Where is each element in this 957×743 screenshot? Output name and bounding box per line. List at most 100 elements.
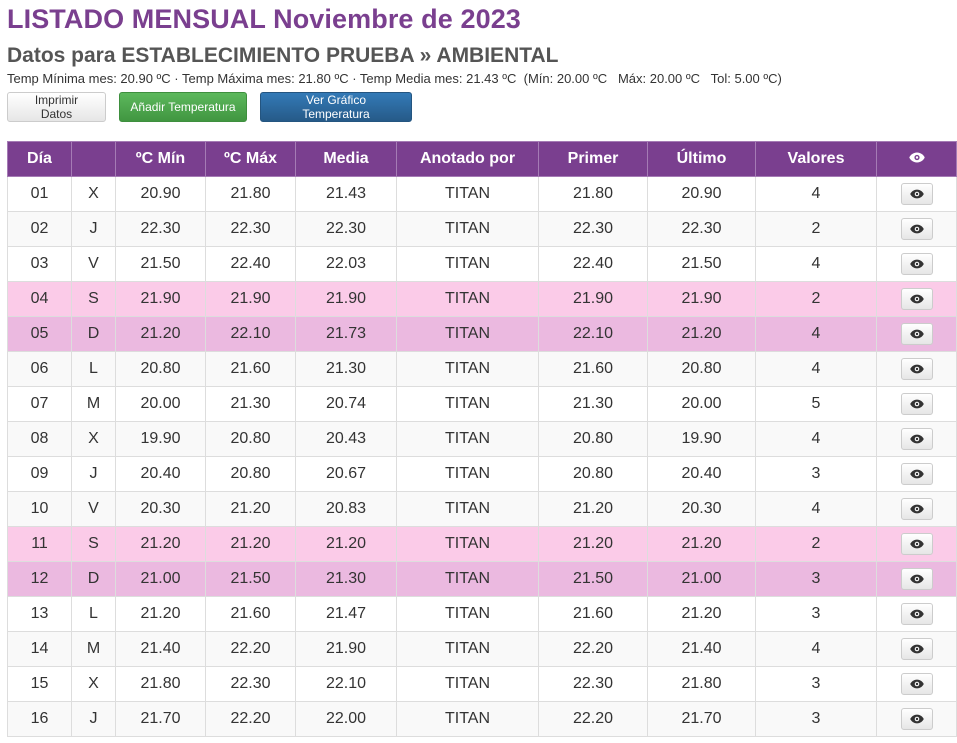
- cell-min: 20.00: [115, 386, 206, 422]
- cell-min: 21.20: [115, 596, 206, 632]
- cell-media: 20.43: [295, 421, 397, 457]
- page: LISTADO MENSUAL Noviembre de 2023 Datos …: [0, 0, 957, 737]
- cell-media: 21.47: [295, 596, 397, 632]
- cell-primer: 21.90: [538, 281, 648, 317]
- table-row: 04 S 21.90 21.90 21.90 TITAN 21.90 21.90 2: [7, 281, 957, 317]
- cell-min: 22.30: [115, 211, 206, 247]
- table-row: 05 D 21.20 22.10 21.73 TITAN 22.10 21.20 4: [7, 316, 957, 352]
- cell-dia: 04: [7, 281, 72, 317]
- eye-icon: [909, 504, 924, 514]
- cell-dia: 11: [7, 526, 72, 562]
- cell-anotado: TITAN: [396, 281, 539, 317]
- cell-max: 22.30: [205, 666, 296, 702]
- cell-action: [876, 351, 957, 387]
- col-header-anotado[interactable]: Anotado por: [396, 141, 539, 177]
- cell-max: 21.90: [205, 281, 296, 317]
- cell-action: [876, 176, 957, 212]
- cell-ultimo: 21.80: [647, 666, 756, 702]
- cell-dia: 09: [7, 456, 72, 492]
- cell-anotado: TITAN: [396, 456, 539, 492]
- view-row-button[interactable]: [900, 218, 933, 240]
- view-row-button[interactable]: [900, 673, 933, 695]
- cell-anotado: TITAN: [396, 176, 539, 212]
- print-button[interactable]: Imprimir Datos: [7, 92, 106, 122]
- table-row: 01 X 20.90 21.80 21.43 TITAN 21.80 20.90 4: [7, 176, 957, 212]
- view-row-button[interactable]: [900, 183, 933, 205]
- cell-primer: 20.80: [538, 421, 648, 457]
- view-row-button[interactable]: [900, 288, 933, 310]
- cell-anotado: TITAN: [396, 701, 539, 737]
- cell-dia: 16: [7, 701, 72, 737]
- col-header-weekday[interactable]: [71, 141, 116, 177]
- cell-dia: 07: [7, 386, 72, 422]
- view-row-button[interactable]: [900, 253, 933, 275]
- table-row: 03 V 21.50 22.40 22.03 TITAN 22.40 21.50 4: [7, 246, 957, 282]
- cell-action: [876, 701, 957, 737]
- cell-max: 21.80: [205, 176, 296, 212]
- table-row: 07 M 20.00 21.30 20.74 TITAN 21.30 20.00 5: [7, 386, 957, 422]
- cell-max: 21.20: [205, 491, 296, 527]
- view-row-button[interactable]: [900, 603, 933, 625]
- cell-ultimo: 21.70: [647, 701, 756, 737]
- col-header-valores[interactable]: Valores: [755, 141, 877, 177]
- cell-anotado: TITAN: [396, 666, 539, 702]
- cell-min: 21.80: [115, 666, 206, 702]
- cell-weekday: S: [71, 281, 116, 317]
- cell-dia: 15: [7, 666, 72, 702]
- cell-max: 21.30: [205, 386, 296, 422]
- cell-valores: 3: [755, 561, 877, 597]
- cell-valores: 3: [755, 666, 877, 702]
- table-row: 15 X 21.80 22.30 22.10 TITAN 22.30 21.80 3: [7, 666, 957, 702]
- cell-ultimo: 21.00: [647, 561, 756, 597]
- table-row: 08 X 19.90 20.80 20.43 TITAN 20.80 19.90 4: [7, 421, 957, 457]
- cell-valores: 4: [755, 491, 877, 527]
- view-row-button[interactable]: [900, 708, 933, 730]
- cell-max: 22.10: [205, 316, 296, 352]
- col-header-ultimo[interactable]: Último: [647, 141, 756, 177]
- table-row: 10 V 20.30 21.20 20.83 TITAN 21.20 20.30 4: [7, 491, 957, 527]
- view-row-button[interactable]: [900, 463, 933, 485]
- view-row-button[interactable]: [900, 638, 933, 660]
- view-row-button[interactable]: [900, 358, 933, 380]
- cell-min: 21.70: [115, 701, 206, 737]
- cell-media: 21.90: [295, 631, 397, 667]
- cell-ultimo: 21.40: [647, 631, 756, 667]
- col-header-dia[interactable]: Día: [7, 141, 72, 177]
- table-row: 06 L 20.80 21.60 21.30 TITAN 21.60 20.80 4: [7, 351, 957, 387]
- eye-icon: [909, 714, 924, 724]
- table-row: 09 J 20.40 20.80 20.67 TITAN 20.80 20.40 3: [7, 456, 957, 492]
- cell-weekday: V: [71, 491, 116, 527]
- cell-ultimo: 20.40: [647, 456, 756, 492]
- view-row-button[interactable]: [900, 323, 933, 345]
- view-row-button[interactable]: [900, 428, 933, 450]
- cell-valores: 2: [755, 281, 877, 317]
- cell-media: 21.30: [295, 351, 397, 387]
- col-header-max[interactable]: ºC Máx: [205, 141, 296, 177]
- view-row-button[interactable]: [900, 568, 933, 590]
- cell-anotado: TITAN: [396, 491, 539, 527]
- col-header-min[interactable]: ºC Mín: [115, 141, 206, 177]
- cell-dia: 05: [7, 316, 72, 352]
- col-header-primer[interactable]: Primer: [538, 141, 648, 177]
- cell-dia: 08: [7, 421, 72, 457]
- cell-min: 20.40: [115, 456, 206, 492]
- eye-icon: [909, 399, 924, 409]
- cell-valores: 4: [755, 351, 877, 387]
- cell-media: 21.20: [295, 526, 397, 562]
- cell-valores: 4: [755, 316, 877, 352]
- cell-min: 21.40: [115, 631, 206, 667]
- cell-dia: 03: [7, 246, 72, 282]
- view-row-button[interactable]: [900, 533, 933, 555]
- view-row-button[interactable]: [900, 393, 933, 415]
- cell-action: [876, 631, 957, 667]
- cell-anotado: TITAN: [396, 316, 539, 352]
- view-chart-button[interactable]: Ver Gráfico Temperatura: [260, 92, 412, 122]
- col-header-media[interactable]: Media: [295, 141, 397, 177]
- cell-primer: 21.60: [538, 351, 648, 387]
- cell-max: 21.60: [205, 596, 296, 632]
- cell-weekday: D: [71, 561, 116, 597]
- cell-valores: 4: [755, 246, 877, 282]
- view-row-button[interactable]: [900, 498, 933, 520]
- cell-anotado: TITAN: [396, 386, 539, 422]
- add-temperature-button[interactable]: Añadir Temperatura: [119, 92, 247, 122]
